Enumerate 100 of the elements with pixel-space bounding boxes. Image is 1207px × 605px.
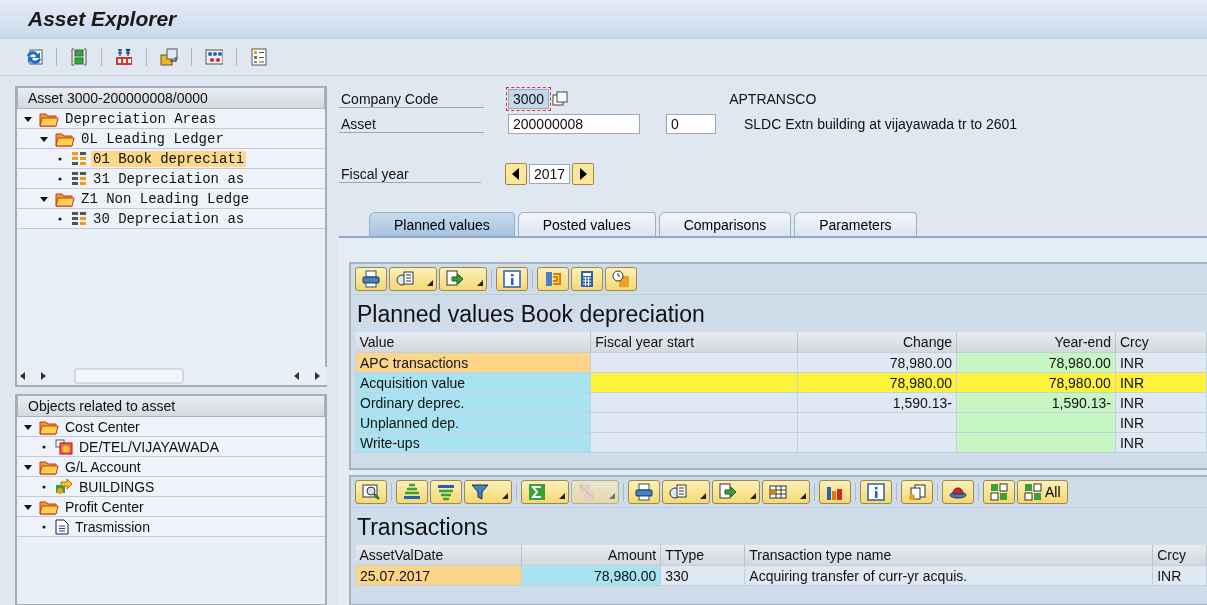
subnumber-field[interactable]: 0 (666, 114, 716, 134)
dropdown-icon (502, 493, 508, 499)
view-button[interactable] (662, 480, 710, 504)
tree-header: Asset 3000-200000008/0000 (17, 87, 325, 109)
column-header[interactable]: Transaction type name (744, 545, 1153, 566)
column-header[interactable]: Change (797, 332, 957, 353)
tree-item[interactable]: 01 Book depreciati (17, 149, 325, 169)
dropdown-icon (700, 493, 706, 499)
asset-field[interactable]: 200000008 (508, 114, 640, 134)
document-icon (55, 518, 69, 535)
arrow-icon (55, 478, 73, 495)
column-header[interactable]: Value (355, 332, 591, 353)
column-header[interactable]: Year-end (956, 332, 1116, 353)
table-cell: Unplanned dep. (355, 412, 591, 433)
table-cell: INR (1152, 565, 1207, 586)
left-arrow-icon (511, 168, 521, 180)
window-title: Asset Explorer (28, 7, 177, 31)
tree-item[interactable]: 31 Depreciation as (17, 169, 325, 189)
company-code-field[interactable]: 3000 (508, 89, 550, 109)
table-cell: APC transactions (355, 352, 591, 373)
tree-item[interactable]: 30 Depreciation as (17, 209, 325, 229)
info-button[interactable] (860, 480, 892, 504)
details-button[interactable] (355, 480, 387, 504)
fiscal-year-field[interactable]: 2017 (529, 164, 571, 184)
column-header[interactable]: Crcy (1152, 545, 1207, 566)
print-button[interactable] (628, 480, 660, 504)
column-header[interactable]: Crcy (1115, 332, 1207, 353)
calculator-icon (578, 270, 596, 288)
company-name: APTRANSCO (729, 91, 817, 107)
chart-button[interactable] (819, 480, 851, 504)
grid-icon (71, 150, 87, 167)
tree-item[interactable]: DE/TEL/VIJAYAWADA (17, 437, 325, 457)
column-header[interactable]: AssetValDate (355, 545, 522, 566)
tree-folder[interactable]: Cost Center (17, 417, 325, 437)
grid-icon (71, 170, 87, 187)
export-button[interactable] (439, 267, 487, 291)
tree-folder[interactable]: 0L Leading Ledger (17, 129, 325, 149)
sort-ascending-icon (403, 483, 421, 501)
table-button[interactable] (157, 46, 181, 68)
total-button[interactable] (521, 480, 569, 504)
export-icon (446, 270, 464, 288)
grid-icon (71, 210, 87, 227)
select-button[interactable] (983, 480, 1015, 504)
next-year-button[interactable] (572, 163, 595, 185)
sort-ascending-button[interactable] (396, 480, 428, 504)
folder-icon (39, 110, 59, 127)
view-button[interactable] (389, 267, 437, 291)
select-all-button[interactable]: All (1017, 480, 1068, 504)
horizontal-scrollbar[interactable] (17, 367, 327, 385)
tab[interactable]: Posted values (517, 212, 656, 236)
tab[interactable]: Planned values (369, 212, 515, 236)
abacus-button[interactable] (202, 46, 226, 68)
sort-descending-button[interactable] (430, 480, 462, 504)
tree-item[interactable]: Trasmission (17, 517, 325, 537)
folder-icon (39, 498, 59, 515)
right-arrow-icon (578, 168, 589, 180)
bracket-button[interactable] (537, 267, 569, 291)
tree-header: Objects related to asset (17, 395, 325, 417)
clock-button[interactable] (605, 267, 637, 291)
column-header[interactable]: Amount (521, 545, 661, 566)
select-blocks-icon (1024, 483, 1042, 501)
tree-folder[interactable]: Depreciation Areas (17, 109, 325, 129)
tree-folder[interactable]: Z1 Non Leading Ledge (17, 189, 325, 209)
field-label: Company Code (339, 90, 484, 108)
export-icon (719, 483, 737, 501)
subtotal-icon (578, 483, 596, 501)
dropdown-icon (800, 493, 806, 499)
filter-button[interactable] (464, 480, 512, 504)
tree-folder[interactable]: Profit Center (17, 497, 325, 517)
table-cell: Ordinary deprec. (355, 392, 591, 413)
copy-icon[interactable] (551, 90, 570, 108)
hat-button[interactable] (942, 480, 974, 504)
printer-icon (362, 270, 380, 288)
tab[interactable]: Parameters (794, 212, 917, 236)
currency-icon (115, 48, 133, 66)
column-header[interactable]: TType (660, 545, 745, 566)
grid-title: Transactions (356, 513, 489, 542)
field-label: Fiscal year (339, 165, 481, 183)
dropdown-icon (750, 493, 756, 499)
tab[interactable]: Comparisons (658, 212, 792, 236)
calculator-button[interactable] (571, 267, 603, 291)
clock-icon (612, 270, 630, 288)
abacus-icon (205, 48, 223, 66)
document-icon (669, 483, 687, 501)
dropdown-icon (477, 280, 483, 286)
field-label: Asset (339, 115, 484, 133)
print-button[interactable] (355, 267, 387, 291)
folder-icon (55, 130, 75, 147)
bracket-icon (544, 270, 562, 288)
tree-item[interactable]: BUILDINGS (17, 477, 325, 497)
column-header[interactable]: Fiscal year start (590, 332, 798, 353)
export-button[interactable] (712, 480, 760, 504)
info-button[interactable] (496, 267, 528, 291)
copy-pages-icon (908, 483, 926, 501)
copy-button[interactable] (901, 480, 933, 504)
layout-button[interactable] (762, 480, 810, 504)
folder-icon (39, 458, 59, 475)
previous-year-button[interactable] (505, 163, 527, 185)
tree-folder[interactable]: G/L Account (17, 457, 325, 477)
table-cell: 78,980.00 (521, 565, 661, 586)
